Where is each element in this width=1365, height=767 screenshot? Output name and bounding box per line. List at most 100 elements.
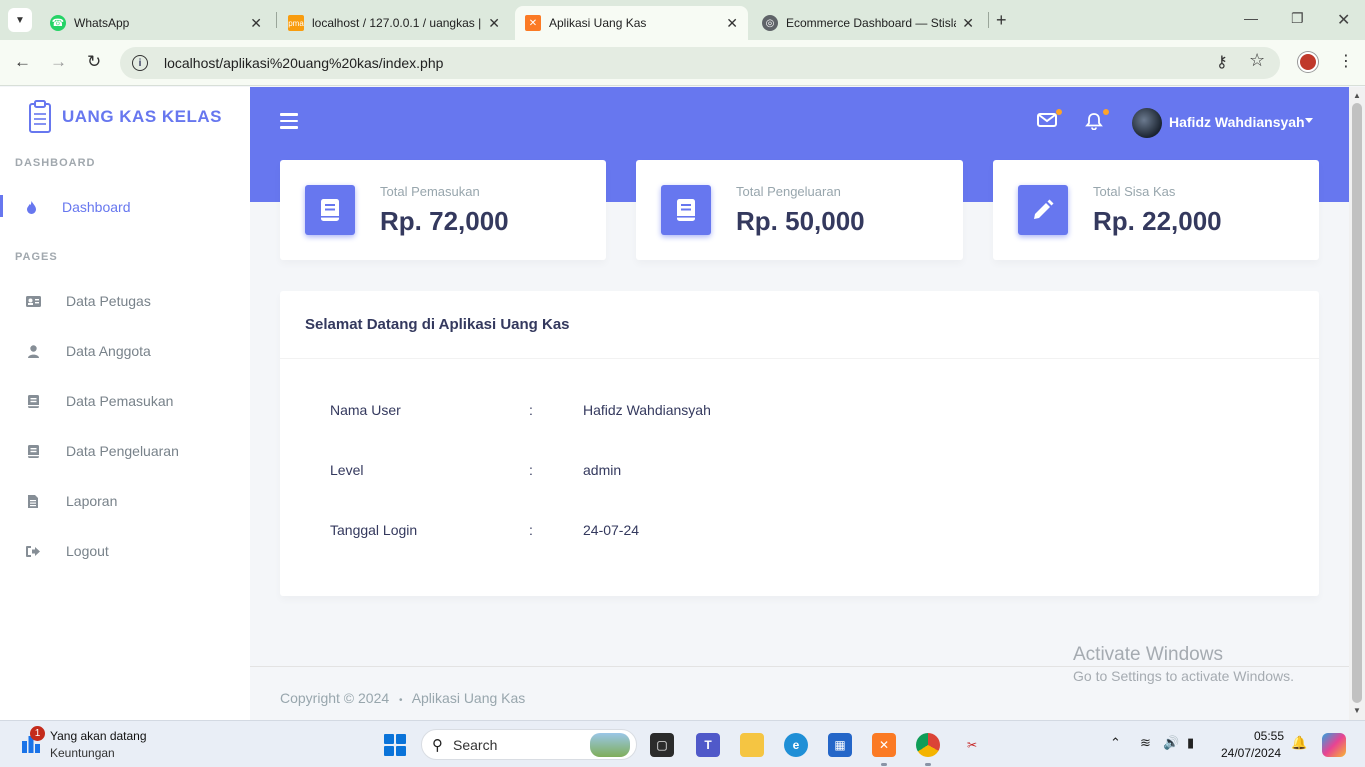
- copilot-icon[interactable]: [1322, 733, 1346, 757]
- scroll-down-icon[interactable]: ▼: [1353, 706, 1361, 715]
- footer-app-name: Aplikasi Uang Kas: [411, 690, 526, 706]
- book-icon: [305, 185, 355, 235]
- search-highlight-image: [590, 733, 630, 757]
- info-value: 24-07-24: [583, 522, 640, 538]
- battery-icon[interactable]: ▮: [1187, 735, 1194, 751]
- sidebar-item-label: Laporan: [66, 493, 118, 509]
- minimize-icon[interactable]: —: [1244, 10, 1258, 26]
- close-tab-icon[interactable]: ✕: [726, 15, 738, 32]
- stat-card-total-pengeluaran: Total Pengeluaran Rp. 50,000: [636, 160, 963, 260]
- tab-phpmyadmin[interactable]: pma localhost / 127.0.0.1 / uangkas | ✕: [278, 6, 510, 40]
- xampp-icon[interactable]: ✕: [872, 733, 896, 757]
- notifications-bell-icon[interactable]: 🔔: [1291, 735, 1307, 751]
- info-label: Nama User: [330, 402, 401, 418]
- sidebar-item-laporan[interactable]: Laporan: [0, 479, 250, 523]
- info-colon: :: [529, 402, 533, 418]
- site-info-icon[interactable]: i: [132, 55, 148, 71]
- wifi-icon[interactable]: ≋: [1140, 735, 1151, 751]
- password-key-icon[interactable]: ⚷: [1216, 52, 1228, 72]
- info-value: Hafidz Wahdiansyah: [583, 402, 711, 418]
- info-colon: :: [529, 522, 533, 538]
- close-tab-icon[interactable]: ✕: [488, 15, 500, 32]
- phpmyadmin-icon: pma: [288, 15, 304, 31]
- file-explorer-icon[interactable]: [740, 733, 764, 757]
- chrome-icon[interactable]: [916, 733, 940, 757]
- page-scrollbar[interactable]: ▲ ▼: [1349, 87, 1365, 720]
- info-colon: :: [529, 462, 533, 478]
- browser-toolbar: ← → ↻ i localhost/aplikasi%20uang%20kas/…: [0, 40, 1365, 86]
- id-card-icon: [0, 295, 66, 307]
- tab-whatsapp[interactable]: ☎ WhatsApp ✕: [40, 6, 272, 40]
- reload-icon[interactable]: ↻: [87, 52, 101, 72]
- sign-out-icon: [0, 545, 66, 557]
- sidebar-item-data-petugas[interactable]: Data Petugas: [0, 279, 250, 323]
- user-icon: [0, 344, 66, 358]
- bookmark-star-icon[interactable]: ☆: [1249, 50, 1265, 71]
- sidebar-item-label: Data Anggota: [66, 343, 151, 359]
- address-bar[interactable]: i localhost/aplikasi%20uang%20kas/index.…: [120, 47, 1280, 79]
- sidebar: UANG KAS KELAS DASHBOARD Dashboard PAGES…: [0, 87, 250, 720]
- card-header: Selamat Datang di Aplikasi Uang Kas: [280, 291, 1319, 359]
- new-tab-icon[interactable]: +: [996, 10, 1007, 31]
- sidebar-item-label: Logout: [66, 543, 109, 559]
- clipboard-icon: [28, 100, 51, 133]
- fire-icon: [0, 200, 62, 214]
- brand[interactable]: UANG KAS KELAS: [0, 97, 250, 137]
- user-name[interactable]: Hafidz Wahdiansyah: [1169, 114, 1305, 130]
- show-hidden-icons-icon[interactable]: ⌃: [1110, 735, 1121, 751]
- taskbar-search[interactable]: ⚲ Search: [421, 729, 637, 760]
- menu-header-dashboard: DASHBOARD: [15, 157, 96, 169]
- sidebar-toggle-icon[interactable]: [280, 113, 298, 129]
- scroll-thumb[interactable]: [1352, 103, 1362, 703]
- tab-separator: [276, 12, 277, 28]
- stat-value: Rp. 50,000: [736, 206, 865, 236]
- sidebar-item-data-pemasukan[interactable]: Data Pemasukan: [0, 379, 250, 423]
- close-tab-icon[interactable]: ✕: [962, 15, 974, 32]
- tab-separator: [988, 12, 989, 28]
- microsoft-store-icon[interactable]: ▦: [828, 733, 852, 757]
- user-avatar[interactable]: [1132, 108, 1162, 138]
- sidebar-item-logout[interactable]: Logout: [0, 529, 250, 573]
- sidebar-item-label: Dashboard: [62, 199, 131, 215]
- sidebar-item-data-anggota[interactable]: Data Anggota: [0, 329, 250, 373]
- clock-date[interactable]: 24/07/2024: [1221, 746, 1281, 760]
- message-indicator-dot: [1056, 109, 1062, 115]
- back-icon[interactable]: ←: [14, 52, 31, 72]
- close-window-icon[interactable]: ✕: [1337, 10, 1350, 30]
- globe-icon: ◎: [762, 15, 778, 31]
- stat-value: Rp. 72,000: [380, 206, 509, 236]
- search-icon: ⚲: [432, 736, 443, 754]
- xampp-icon: ✕: [525, 15, 541, 31]
- restore-icon[interactable]: ❐: [1291, 10, 1304, 27]
- task-view-icon[interactable]: ▢: [650, 733, 674, 757]
- profile-avatar[interactable]: [1298, 52, 1318, 72]
- browser-menu-icon[interactable]: ⋮: [1338, 51, 1354, 71]
- sidebar-item-data-pengeluaran[interactable]: Data Pengeluaran: [0, 429, 250, 473]
- stat-title: Total Sisa Kas: [1093, 184, 1176, 199]
- info-row-level: Level : admin: [330, 462, 1230, 482]
- envelope-icon[interactable]: [1037, 112, 1057, 133]
- scroll-up-icon[interactable]: ▲: [1353, 91, 1361, 100]
- windows-start-icon[interactable]: [384, 734, 406, 756]
- sidebar-item-dashboard[interactable]: Dashboard: [0, 185, 250, 229]
- whatsapp-icon: ☎: [50, 15, 66, 31]
- copyright-text: Copyright © 2024: [280, 690, 390, 706]
- news-title: Yang akan datang: [50, 729, 147, 743]
- stat-title: Total Pemasukan: [380, 184, 480, 199]
- teams-icon[interactable]: T: [696, 733, 720, 757]
- windows-taskbar: 1 Yang akan datang Keuntungan ⚲ Search ▢…: [0, 720, 1365, 767]
- tab-ecommerce-dashboard[interactable]: ◎ Ecommerce Dashboard — Stisla ✕: [752, 6, 984, 40]
- sidebar-item-label: Data Petugas: [66, 293, 151, 309]
- tab-search-button[interactable]: ▼: [8, 8, 32, 32]
- notification-indicator-dot: [1103, 109, 1109, 115]
- clock-time[interactable]: 05:55: [1254, 729, 1284, 743]
- tab-aplikasi-uang-kas[interactable]: ✕ Aplikasi Uang Kas ✕: [515, 6, 748, 40]
- close-tab-icon[interactable]: ✕: [250, 15, 262, 32]
- active-indicator: [0, 195, 3, 217]
- bell-icon[interactable]: [1085, 112, 1103, 135]
- snipping-tool-icon[interactable]: ✂: [960, 733, 984, 757]
- forward-icon[interactable]: →: [50, 52, 67, 72]
- volume-icon[interactable]: 🔊: [1163, 735, 1179, 751]
- edge-icon[interactable]: e: [784, 733, 808, 757]
- caret-down-icon[interactable]: [1305, 118, 1313, 123]
